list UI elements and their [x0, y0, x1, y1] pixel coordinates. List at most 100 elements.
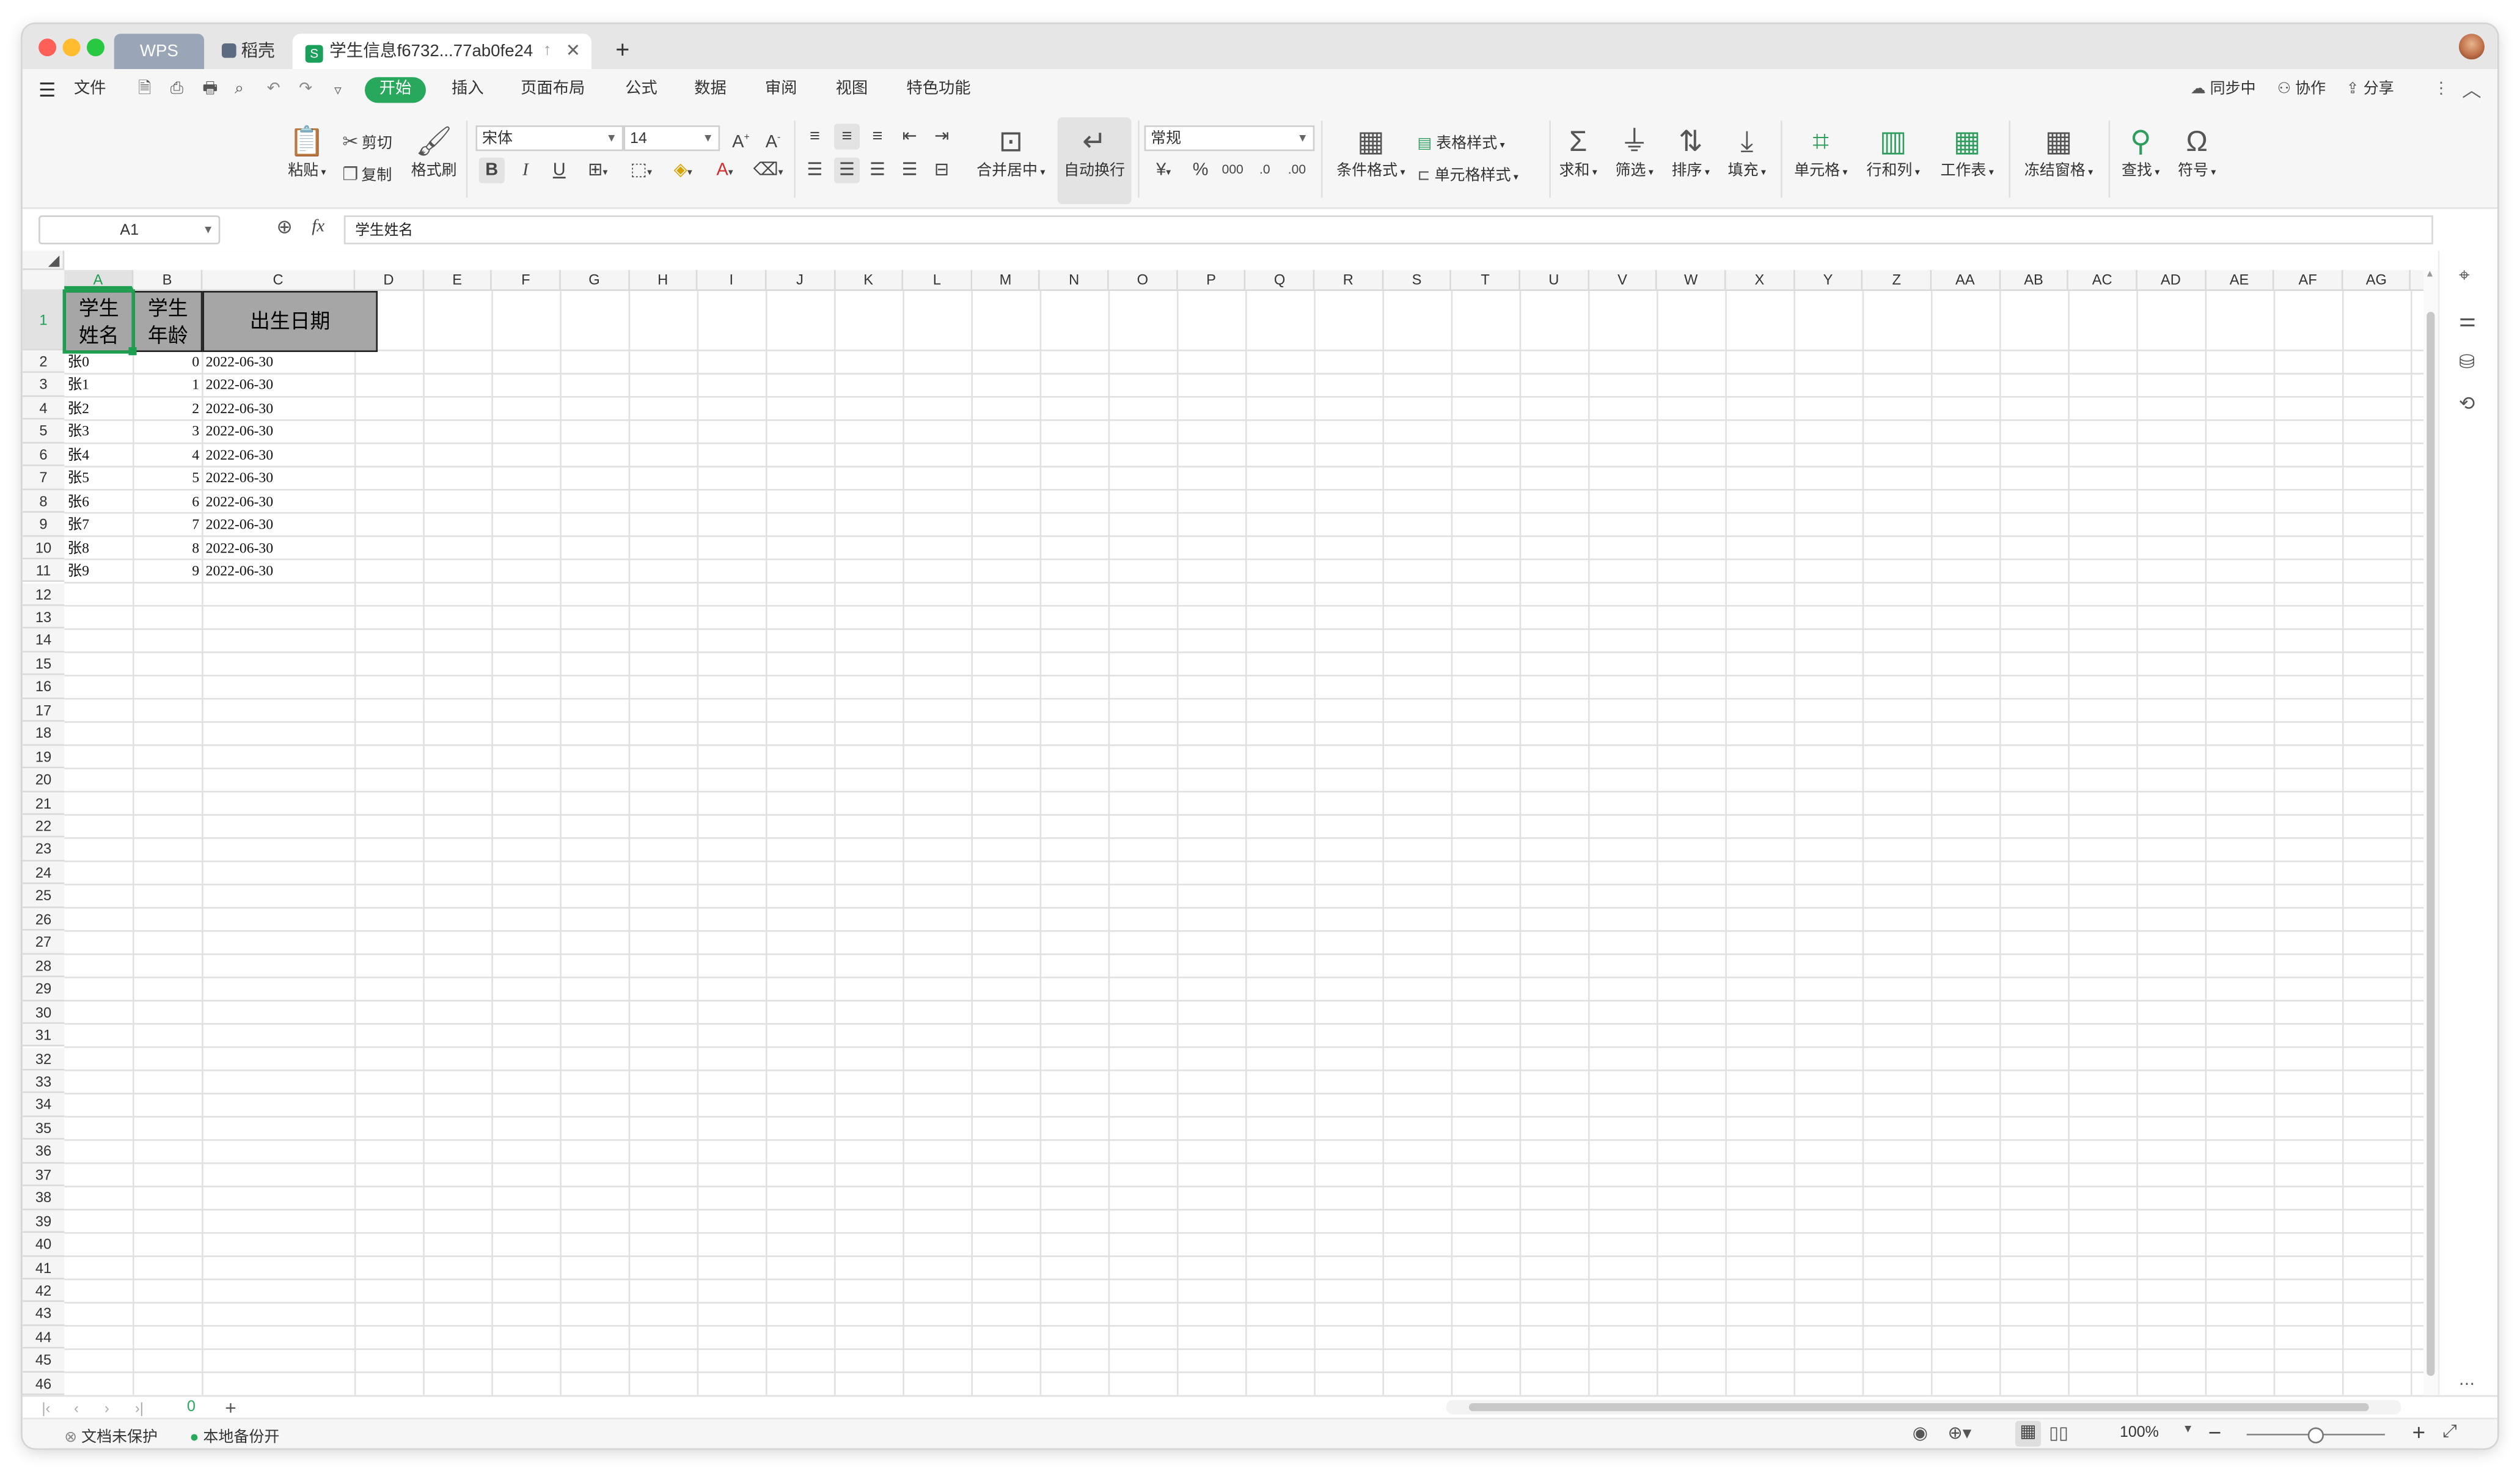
- increase-indent-icon[interactable]: ⇥: [931, 124, 953, 150]
- decrease-decimal-icon[interactable]: .00: [1284, 158, 1309, 183]
- column-header-ad[interactable]: AD: [2137, 270, 2206, 290]
- align-right-icon[interactable]: ☰: [866, 158, 889, 183]
- menu-tab-review[interactable]: 审阅: [765, 69, 797, 111]
- zoom-formula-icon[interactable]: ⊕: [276, 215, 292, 238]
- row-header-18[interactable]: 18: [22, 722, 65, 746]
- redo-icon[interactable]: ↷: [299, 69, 312, 111]
- number-format-select[interactable]: 常规 ▼: [1144, 125, 1315, 152]
- row-header-22[interactable]: 22: [22, 815, 65, 839]
- properties-icon[interactable]: ⚌: [2459, 309, 2476, 331]
- collapse-ribbon-icon[interactable]: ︿: [2462, 69, 2482, 111]
- quick-access-more-icon[interactable]: ▿: [334, 69, 342, 111]
- select-all-button[interactable]: [22, 251, 65, 270]
- align-middle-icon[interactable]: ≡: [833, 123, 860, 150]
- add-sheet-button[interactable]: +: [225, 1396, 236, 1419]
- row-header-41[interactable]: 41: [22, 1256, 65, 1280]
- cell-c1[interactable]: 出生日期: [202, 291, 378, 352]
- column-header-a[interactable]: A: [64, 270, 134, 290]
- row-header-11[interactable]: 11: [22, 559, 65, 583]
- row-header-32[interactable]: 32: [22, 1047, 65, 1071]
- cell-date[interactable]: 2022-06-30: [206, 536, 352, 559]
- row-header-15[interactable]: 15: [22, 652, 65, 676]
- cell-name[interactable]: 张8: [67, 536, 130, 559]
- font-name-select[interactable]: 宋体 ▼: [475, 125, 624, 152]
- undo-icon[interactable]: ↶: [267, 69, 280, 111]
- row-header-25[interactable]: 25: [22, 884, 65, 908]
- cell-name[interactable]: 张4: [67, 443, 130, 466]
- column-header-e[interactable]: E: [423, 270, 493, 290]
- menu-file[interactable]: 文件: [74, 69, 106, 111]
- align-center-icon[interactable]: ☰: [833, 157, 860, 183]
- cell-name[interactable]: 张3: [67, 420, 130, 443]
- column-header-u[interactable]: U: [1520, 270, 1589, 290]
- row-header-13[interactable]: 13: [22, 606, 65, 629]
- row-header-33[interactable]: 33: [22, 1070, 65, 1094]
- cell-date[interactable]: 2022-06-30: [206, 373, 352, 397]
- cell-age[interactable]: 8: [137, 536, 199, 559]
- cell-age[interactable]: 9: [137, 559, 199, 582]
- row-header-2[interactable]: 2: [22, 350, 65, 374]
- column-header-v[interactable]: V: [1589, 270, 1658, 290]
- column-header-y[interactable]: Y: [1794, 270, 1863, 290]
- italic-icon[interactable]: I: [515, 158, 537, 183]
- row-header-10[interactable]: 10: [22, 536, 65, 560]
- row-header-19[interactable]: 19: [22, 745, 65, 769]
- row-header-42[interactable]: 42: [22, 1279, 65, 1303]
- cell-age[interactable]: 5: [137, 466, 199, 490]
- fill-button[interactable]: ⤓ 填充 ▾: [1723, 124, 1771, 183]
- symbol-button[interactable]: Ω 符号 ▾: [2173, 124, 2221, 183]
- cell-style-button[interactable]: ⊏ 单元格样式 ▾: [1418, 163, 1518, 185]
- column-header-k[interactable]: K: [835, 270, 904, 290]
- row-header-34[interactable]: 34: [22, 1093, 65, 1117]
- cell-date[interactable]: 2022-06-30: [206, 513, 352, 536]
- cell-date[interactable]: 2022-06-30: [206, 420, 352, 443]
- tab-daoke[interactable]: 稻壳: [209, 34, 293, 69]
- fullscreen-icon[interactable]: ⤢: [2443, 1423, 2457, 1444]
- column-header-aa[interactable]: AA: [1932, 270, 2001, 290]
- column-header-i[interactable]: I: [698, 270, 767, 290]
- cell-date[interactable]: 2022-06-30: [206, 559, 352, 582]
- column-header-ae[interactable]: AE: [2205, 270, 2274, 290]
- underline-icon[interactable]: U: [548, 158, 571, 183]
- bold-icon[interactable]: B: [478, 157, 505, 183]
- row-header-1[interactable]: 1: [22, 289, 65, 351]
- row-header-23[interactable]: 23: [22, 838, 65, 862]
- backup-icon[interactable]: ⛁: [2459, 350, 2475, 373]
- row-header-16[interactable]: 16: [22, 675, 65, 699]
- row-header-37[interactable]: 37: [22, 1163, 65, 1187]
- copy-button[interactable]: ❐ 复制: [342, 163, 392, 185]
- row-header-26[interactable]: 26: [22, 908, 65, 931]
- collaborate-button[interactable]: ⚇ 协作: [2277, 69, 2326, 111]
- column-header-f[interactable]: F: [492, 270, 561, 290]
- share-button[interactable]: ⇪ 分享: [2346, 69, 2394, 111]
- column-header-ab[interactable]: AB: [2000, 270, 2069, 290]
- row-header-31[interactable]: 31: [22, 1024, 65, 1048]
- row-header-40[interactable]: 40: [22, 1233, 65, 1257]
- cell-age[interactable]: 0: [137, 350, 199, 373]
- increase-font-icon[interactable]: A+: [730, 125, 752, 155]
- cell-age[interactable]: 4: [137, 443, 199, 466]
- horizontal-scroll-thumb[interactable]: [1468, 1403, 2369, 1412]
- sum-button[interactable]: Σ 求和 ▾: [1556, 124, 1601, 183]
- new-tab-button[interactable]: +: [603, 34, 629, 69]
- percent-icon[interactable]: %: [1189, 158, 1212, 183]
- cell-date[interactable]: 2022-06-30: [206, 397, 352, 420]
- row-header-4[interactable]: 4: [22, 397, 65, 420]
- horizontal-scrollbar[interactable]: [1446, 1400, 2401, 1415]
- table-style-button[interactable]: ▤ 表格样式 ▾: [1418, 130, 1505, 153]
- decrease-font-icon[interactable]: A-: [762, 125, 785, 155]
- auto-wrap-button[interactable]: ↵ 自动换行: [1057, 117, 1132, 205]
- clear-format-icon[interactable]: ⌫▾: [750, 158, 786, 186]
- row-header-27[interactable]: 27: [22, 931, 65, 955]
- cell-name[interactable]: 张5: [67, 466, 130, 490]
- cell-name[interactable]: 张0: [67, 350, 130, 373]
- save-icon[interactable]: 🗎: [138, 69, 151, 111]
- print-preview-icon[interactable]: ⌕: [235, 69, 244, 111]
- cut-button[interactable]: ✂ 剪切: [342, 130, 392, 153]
- border-icon[interactable]: ⊞▾: [582, 158, 614, 186]
- freeze-panes-button[interactable]: ▦ 冻结窗格 ▾: [2018, 124, 2099, 183]
- cell-name[interactable]: 张6: [67, 490, 130, 513]
- column-header-p[interactable]: P: [1178, 270, 1247, 290]
- cell-name[interactable]: 张9: [67, 559, 130, 582]
- maximize-window-button[interactable]: [87, 39, 104, 57]
